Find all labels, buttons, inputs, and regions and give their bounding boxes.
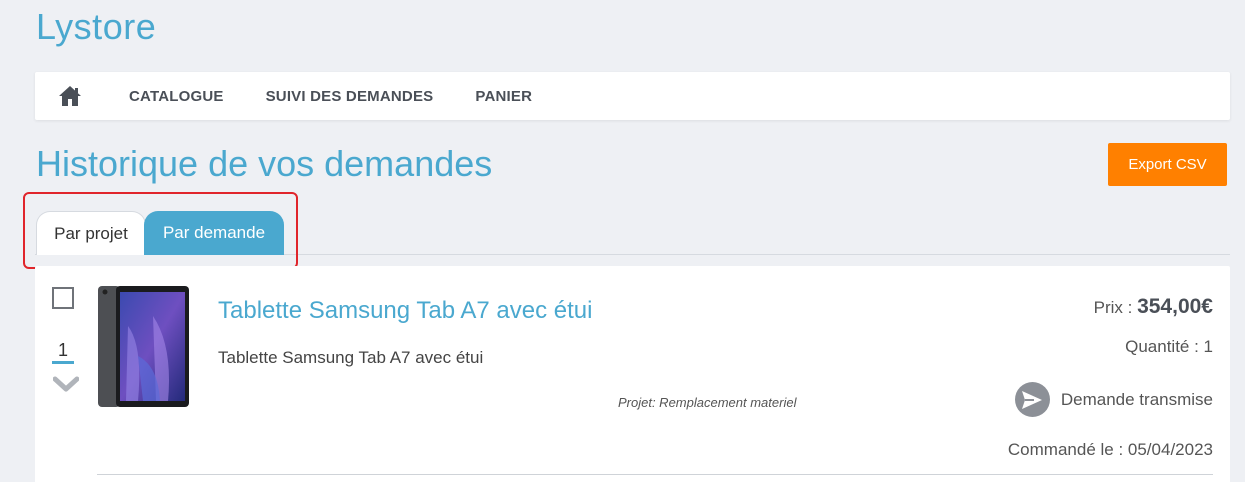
price-label: Prix : (1093, 298, 1138, 317)
status: Demande transmise (1014, 382, 1213, 417)
product-description: Tablette Samsung Tab A7 avec étui (218, 348, 484, 367)
ordered-date: Commandé le : 05/04/2023 (1007, 440, 1213, 459)
priority-number[interactable]: 1 (52, 338, 74, 364)
product-image (98, 286, 189, 407)
request-checkbox[interactable] (52, 287, 74, 309)
card-divider (97, 474, 1213, 475)
app-title: Lystore (36, 6, 157, 47)
request-card: 1 Tablette Samsung Tab A7 avec étui Tabl… (35, 266, 1230, 482)
tabs-highlight-box (23, 192, 298, 269)
page-title: Historique de vos demandes (36, 143, 493, 184)
chevron-down-icon[interactable] (53, 374, 79, 394)
quantity: Quantité : 1 (1125, 337, 1213, 356)
price: Prix : 354,00€ (1094, 295, 1213, 319)
export-csv-button[interactable]: Export CSV (1108, 143, 1227, 186)
projet-label: Projet: Remplacement materiel (618, 395, 797, 410)
status-text: Demande transmise (1060, 389, 1213, 409)
home-icon (59, 86, 81, 106)
nav-home[interactable] (35, 72, 105, 120)
main-navbar: CATALOGUE SUIVI DES DEMANDES PANIER (35, 72, 1230, 120)
product-title[interactable]: Tablette Samsung Tab A7 avec étui (218, 297, 592, 325)
nav-panier[interactable]: PANIER (475, 88, 532, 105)
nav-catalogue[interactable]: CATALOGUE (129, 88, 224, 105)
send-icon (1014, 382, 1050, 417)
price-value: 354,00€ (1137, 295, 1213, 318)
nav-suivi-demandes[interactable]: SUIVI DES DEMANDES (266, 88, 434, 105)
